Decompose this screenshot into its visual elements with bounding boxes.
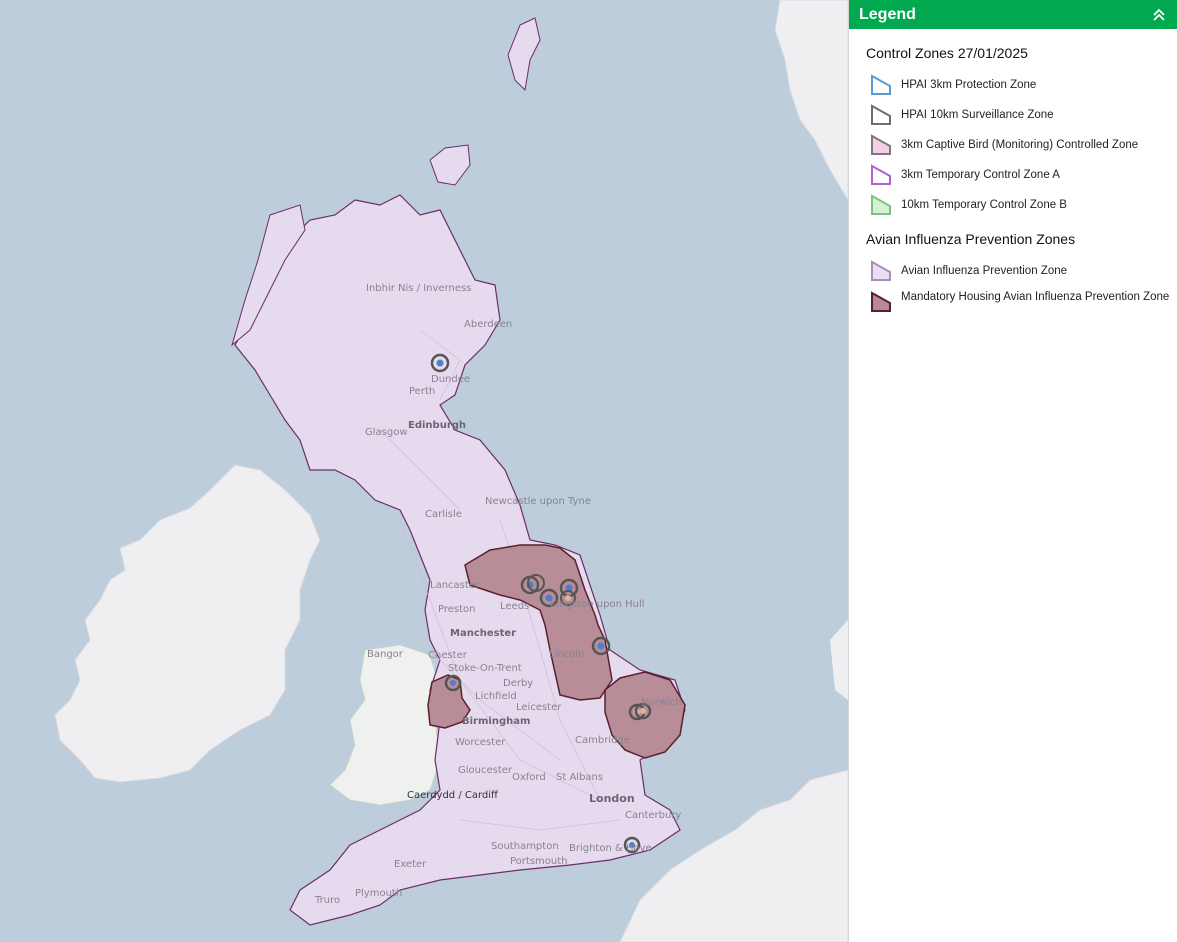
- map-view[interactable]: Inbhir Nis / Inverness Aberdeen Dundee P…: [0, 0, 848, 942]
- place-label: Leicester: [516, 702, 562, 713]
- place-label: Kingston upon Hull: [550, 599, 645, 610]
- place-label: Inbhir Nis / Inverness: [366, 283, 472, 294]
- place-label: Lichfield: [475, 691, 517, 702]
- place-label: Edinburgh: [408, 420, 467, 431]
- legend-item: 10km Temporary Control Zone B: [869, 194, 1177, 215]
- legend-item-label: Avian Influenza Prevention Zone: [901, 265, 1068, 277]
- legend-item-label: 10km Temporary Control Zone B: [901, 199, 1067, 211]
- place-label: Canterbury: [625, 810, 682, 821]
- legend-item-label: Mandatory Housing Avian Influenza Preven…: [901, 291, 1170, 303]
- place-label: Preston: [438, 604, 476, 615]
- place-label: Perth: [409, 386, 436, 397]
- place-label: Cambridge: [575, 735, 630, 746]
- legend-section-title: Avian Influenza Prevention Zones: [866, 231, 1076, 247]
- legend-item: HPAI 10km Surveillance Zone: [869, 104, 1177, 125]
- place-label: St Albans: [556, 772, 604, 783]
- place-label: London: [589, 792, 635, 805]
- orkney: [429, 144, 471, 186]
- place-label: Worcester: [455, 737, 506, 748]
- place-label: Chester: [428, 650, 467, 661]
- ireland-landmass: [54, 464, 321, 783]
- place-label: Glasgow: [365, 427, 408, 438]
- legend-item-label: 3km Temporary Control Zone A: [901, 169, 1060, 181]
- shetland: [507, 17, 541, 92]
- place-label: Gloucester: [458, 765, 513, 776]
- place-label: Dundee: [431, 374, 471, 385]
- legend-swatch-icon: [871, 260, 891, 281]
- legend-swatch-icon: [871, 194, 891, 215]
- legend-section-control-zones: Control Zones 27/01/2025 HPAI 3km Protec…: [849, 45, 1177, 215]
- legend-panel: Legend Control Zones 27/01/2025 HPAI 3km…: [848, 0, 1177, 942]
- place-label: Portsmouth: [510, 856, 568, 867]
- legend-item-label: HPAI 10km Surveillance Zone: [901, 109, 1054, 121]
- legend-item-label: 3km Captive Bird (Monitoring) Controlled…: [901, 139, 1139, 151]
- legend-swatch-icon: [871, 104, 891, 125]
- legend-section-prevention-zones: Avian Influenza Prevention Zones Avian I…: [849, 231, 1177, 319]
- place-label: Aberdeen: [464, 319, 513, 330]
- place-label: Truro: [315, 895, 341, 906]
- legend-swatch-icon: [871, 291, 891, 312]
- europe-landmass: [619, 769, 848, 942]
- place-label: Bangor: [367, 649, 403, 660]
- place-label: Caerdydd / Cardiff: [407, 790, 498, 801]
- legend-swatch-icon: [871, 134, 891, 155]
- place-label: Stoke-On-Trent: [448, 663, 522, 674]
- place-label: Manchester: [450, 628, 517, 639]
- place-label: Exeter: [394, 859, 427, 870]
- denmark-landmass: [830, 620, 848, 700]
- place-label: Lincoln: [549, 649, 585, 660]
- place-label: Oxford: [512, 772, 546, 783]
- place-label: Lancaster: [430, 580, 480, 591]
- norway-landmass: [774, 0, 848, 201]
- collapse-chevron-up-icon[interactable]: [1151, 7, 1167, 23]
- legend-item: HPAI 3km Protection Zone: [869, 74, 1177, 95]
- legend-header: Legend: [849, 0, 1177, 29]
- place-label: Plymouth: [355, 888, 403, 899]
- place-label: Carlisle: [425, 509, 462, 520]
- place-label: Brighton & Hove: [569, 843, 652, 854]
- place-label: Leeds: [500, 601, 530, 612]
- wales-landmass: [329, 644, 441, 806]
- legend-title: Legend: [859, 5, 916, 23]
- legend-item: Avian Influenza Prevention Zone: [869, 260, 1177, 281]
- place-label: Southampton: [491, 841, 559, 852]
- legend-swatch-icon: [871, 164, 891, 185]
- place-label: Newcastle upon Tyne: [485, 496, 591, 507]
- legend-item: Mandatory Housing Avian Influenza Preven…: [869, 291, 1177, 319]
- place-label: Norwich: [641, 697, 682, 708]
- legend-swatch-icon: [871, 74, 891, 95]
- legend-item-label: HPAI 3km Protection Zone: [901, 79, 1037, 91]
- place-label: Derby: [503, 678, 534, 689]
- legend-item: 3km Temporary Control Zone A: [869, 164, 1177, 185]
- place-label: Birmingham: [462, 716, 531, 727]
- legend-section-title: Control Zones 27/01/2025: [866, 45, 1028, 61]
- legend-item: 3km Captive Bird (Monitoring) Controlled…: [869, 134, 1177, 155]
